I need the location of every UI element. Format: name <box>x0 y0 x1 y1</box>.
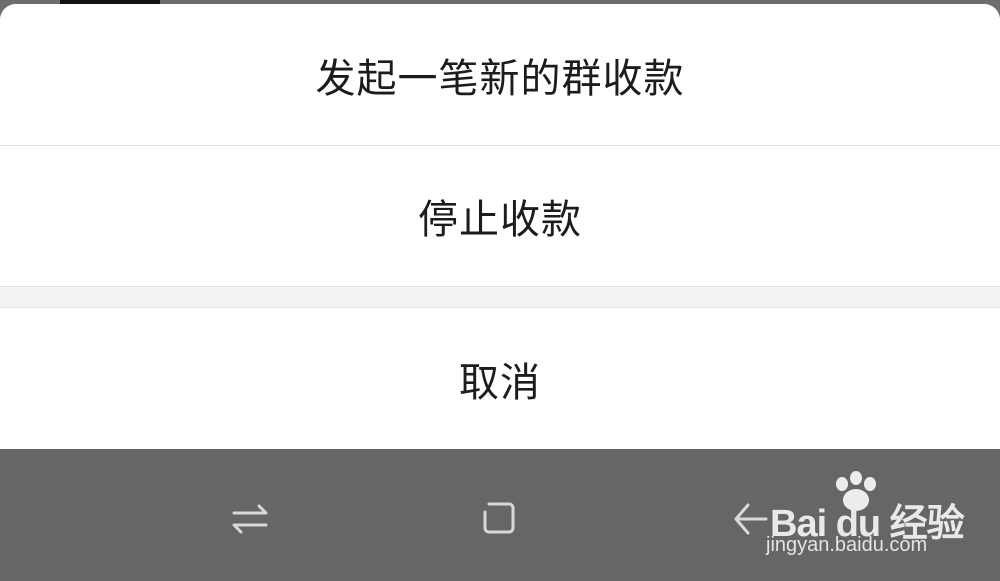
system-navigation-bar <box>0 449 1000 581</box>
recent-apps-icon <box>232 504 268 534</box>
stop-collection-button[interactable]: 停止收款 <box>0 146 1000 286</box>
recent-apps-button[interactable] <box>220 489 280 549</box>
start-new-group-collection-button[interactable]: 发起一笔新的群收款 <box>0 4 1000 145</box>
section-gap <box>0 286 1000 308</box>
cancel-button[interactable]: 取消 <box>0 308 1000 449</box>
home-button[interactable] <box>470 489 530 549</box>
back-icon <box>734 503 768 535</box>
back-button[interactable] <box>720 489 780 549</box>
home-icon <box>483 502 515 534</box>
action-sheet: 发起一笔新的群收款 停止收款 取消 <box>0 4 1000 449</box>
screen: 发起一笔新的群收款 停止收款 取消 Bai du 经验 jingyan.baid… <box>0 0 1000 581</box>
